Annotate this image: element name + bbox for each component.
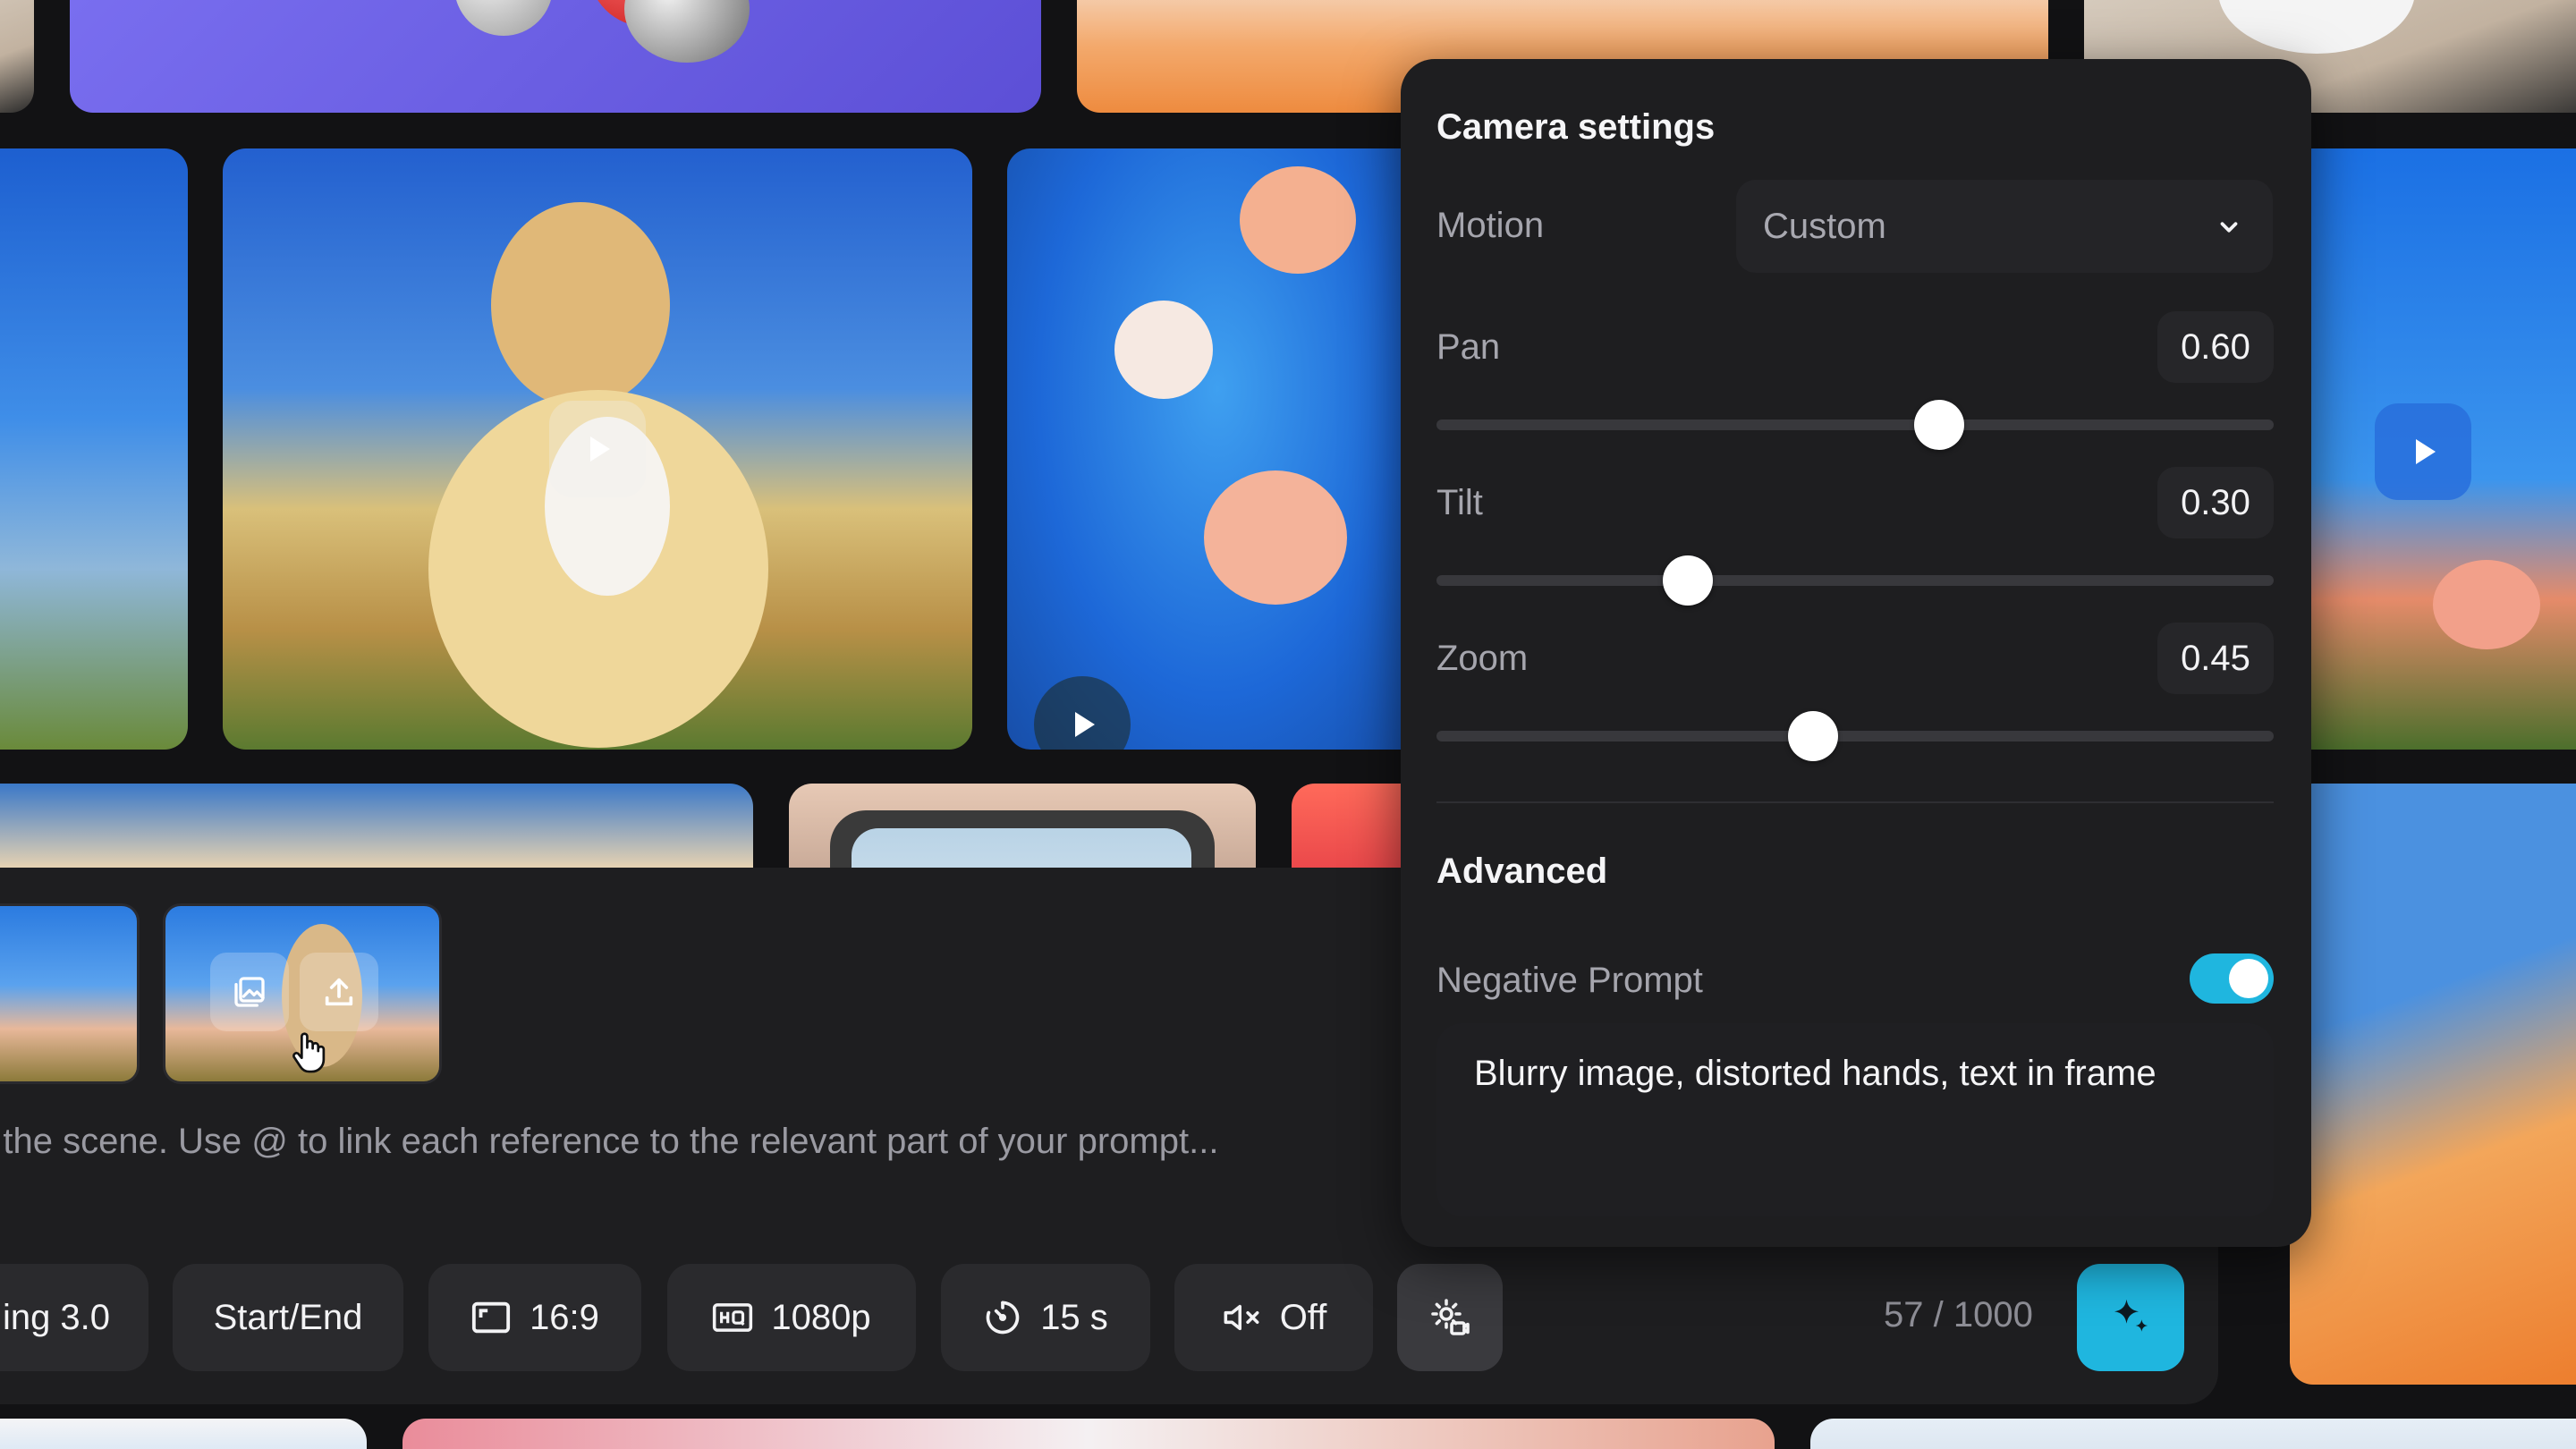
hand-cursor-icon	[292, 1032, 326, 1073]
aspect-label: 16:9	[530, 1297, 599, 1337]
tile-sand-left[interactable]	[0, 0, 34, 113]
toggle-knob	[2229, 959, 2268, 998]
tile-bottom-3[interactable]	[1810, 1419, 2576, 1449]
thumbnail-actions	[210, 953, 389, 1035]
resolution-label: 1080p	[771, 1297, 871, 1337]
duration-button[interactable]: 15 s	[941, 1264, 1150, 1371]
motion-select[interactable]: Custom	[1736, 180, 2273, 273]
negative-prompt-toggle[interactable]	[2190, 953, 2274, 1004]
aspect-ratio-button[interactable]: 16:9	[428, 1264, 641, 1371]
tilt-value[interactable]: 0.30	[2157, 467, 2274, 538]
image-gallery-button[interactable]	[210, 953, 289, 1031]
zoom-label: Zoom	[1436, 639, 1529, 678]
tile-purple-spheres[interactable]	[70, 0, 1041, 113]
audio-toggle-button[interactable]: Off	[1174, 1264, 1373, 1371]
pan-slider[interactable]	[1436, 400, 2274, 450]
zoom-slider[interactable]	[1436, 711, 2274, 761]
pan-slider-handle[interactable]	[1913, 400, 1964, 450]
tilt-label: Tilt	[1436, 483, 1483, 522]
play-icon	[590, 436, 610, 462]
play-button[interactable]	[549, 401, 646, 497]
prompt-input[interactable]: e the scene. Use @ to link each referenc…	[0, 1122, 1218, 1162]
tilt-slider[interactable]	[1436, 555, 2274, 606]
zoom-value[interactable]: 0.45	[2157, 623, 2274, 694]
negative-prompt-input[interactable]: Blurry image, distorted hands, text in f…	[1436, 1023, 2274, 1216]
model-label: ing 3.0	[2, 1297, 111, 1337]
tile-bottom-1[interactable]	[0, 1419, 367, 1449]
zoom-slider-handle[interactable]	[1788, 711, 1839, 761]
duration-label: 15 s	[1040, 1297, 1108, 1337]
tile-fisheye-flowers[interactable]	[1007, 148, 1428, 750]
frames-label: Start/End	[213, 1297, 363, 1337]
section-divider	[1436, 801, 2274, 803]
upload-icon	[325, 978, 353, 1006]
model-selector[interactable]: ing 3.0	[0, 1264, 148, 1371]
mute-icon	[1224, 1304, 1259, 1331]
camera-settings-title: Camera settings	[1436, 107, 1716, 147]
hq-icon	[713, 1303, 753, 1332]
generate-button[interactable]	[2077, 1264, 2184, 1371]
sparkle-icon	[2114, 1299, 2148, 1332]
tile-woman-field[interactable]	[223, 148, 972, 750]
pan-value[interactable]: 0.60	[2157, 311, 2274, 383]
negative-prompt-label: Negative Prompt	[1436, 961, 1703, 1000]
image-gallery-icon	[234, 977, 265, 1007]
aspect-ratio-icon	[471, 1301, 511, 1334]
advanced-title: Advanced	[1436, 852, 1608, 891]
play-button[interactable]	[1034, 676, 1131, 750]
reference-thumbnail[interactable]	[0, 903, 140, 1084]
camera-settings-icon	[1431, 1299, 1470, 1335]
motion-value: Custom	[1763, 206, 1886, 246]
motion-label: Motion	[1436, 206, 1545, 245]
tile-sky-left[interactable]	[0, 148, 188, 750]
play-button[interactable]	[2375, 403, 2471, 500]
timer-icon	[986, 1301, 1020, 1335]
tilt-slider-handle[interactable]	[1662, 555, 1713, 606]
audio-label: Off	[1279, 1297, 1327, 1337]
character-counter: 57 / 1000	[1884, 1295, 2033, 1335]
camera-settings-button[interactable]	[1397, 1264, 1503, 1371]
tile-bottom-2[interactable]	[402, 1419, 1775, 1449]
negative-prompt-text: Blurry image, distorted hands, text in f…	[1474, 1054, 2157, 1093]
play-icon	[1075, 712, 1095, 737]
upload-button[interactable]	[300, 953, 378, 1031]
resolution-button[interactable]: 1080p	[667, 1264, 916, 1371]
chevron-down-icon	[2220, 222, 2238, 233]
frames-mode-button[interactable]: Start/End	[173, 1264, 403, 1371]
pan-label: Pan	[1436, 327, 1501, 367]
camera-settings-popover: Camera settings Motion Custom Pan 0.60 T…	[1401, 59, 2311, 1247]
play-icon	[2416, 439, 2436, 464]
tile-sky-flowers-right[interactable]	[2290, 148, 2576, 750]
tile-orange-jacket[interactable]	[2290, 784, 2576, 1385]
